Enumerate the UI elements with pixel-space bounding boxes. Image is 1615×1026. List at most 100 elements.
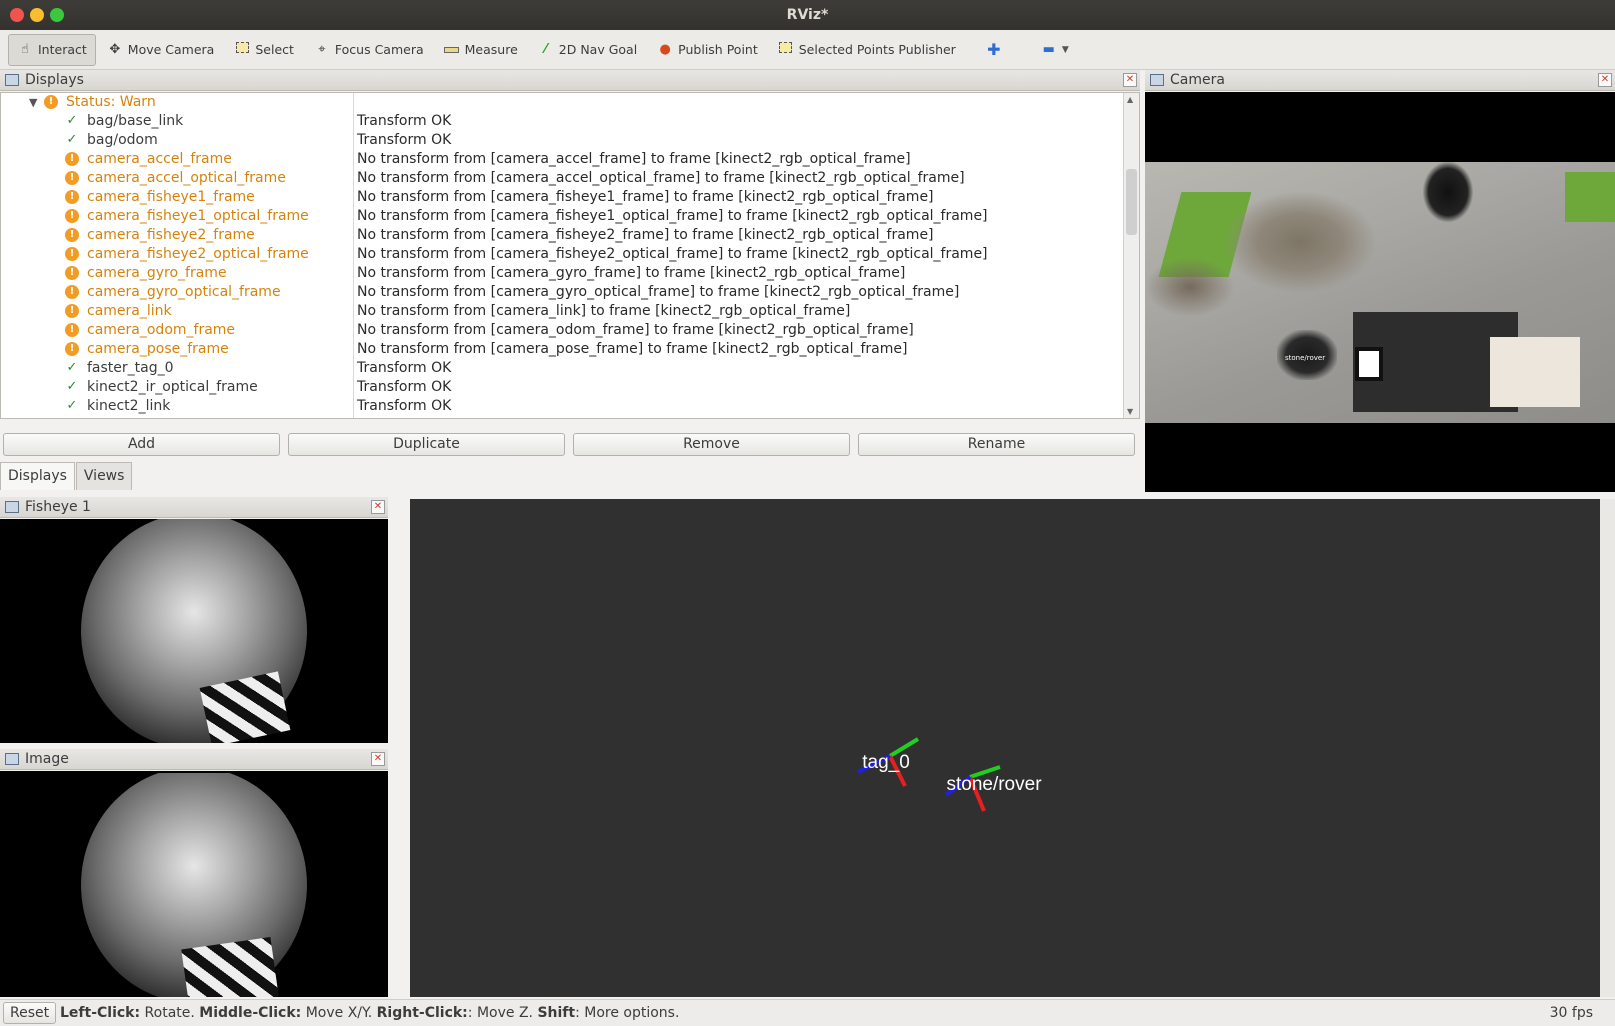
measure-icon [444, 42, 460, 58]
tree-row[interactable]: ! camera_accel_frame No transform from [ca… [1, 150, 1123, 169]
reset-button[interactable]: Reset [3, 1002, 57, 1024]
frame-name: camera_fisheye2_optical_frame [87, 246, 309, 262]
panel-title: Displays [25, 72, 84, 88]
tf-frame-stone-rover: stone/rover [944, 765, 1042, 812]
plus-icon: ✚ [987, 39, 1001, 59]
warning-icon: ! [65, 266, 79, 280]
tool-label: Focus Camera [334, 42, 424, 57]
tree-row[interactable]: ! camera_pose_frame No transform from [cam… [1, 340, 1123, 359]
render-3d-view[interactable]: tag_0 stone/rover [410, 499, 1600, 997]
tool-focus-camera[interactable]: ⌖ Focus Camera [305, 34, 433, 66]
duplicate-button[interactable]: Duplicate [288, 433, 565, 456]
image-view[interactable] [0, 771, 388, 997]
frame-status-message: Transform OK [357, 398, 452, 414]
rock-pile [1225, 192, 1375, 292]
tree-row-status[interactable]: ▼! Status: Warn [1, 93, 1123, 112]
frame-status-message: Transform OK [357, 360, 452, 376]
tool-2d-nav-goal[interactable]: ⁄ 2D Nav Goal [529, 34, 646, 66]
panel-title: Fisheye 1 [25, 499, 91, 515]
tree-row[interactable]: ! camera_link No transform from [camera_li… [1, 302, 1123, 321]
tree-row[interactable]: ! camera_fisheye2_optical_frame No transfo… [1, 245, 1123, 264]
rock-pile [1145, 257, 1235, 317]
panel-title: Image [25, 751, 69, 767]
tf-frame-tag0: tag_0 [857, 737, 920, 787]
warning-icon: ! [65, 209, 79, 223]
frame-status-message: No transform from [camera_gyro_optical_f… [357, 284, 960, 300]
tree-row[interactable]: ✓ kinect2_ir_optical_frame Transform OK [1, 378, 1123, 397]
add-button[interactable]: Add [3, 433, 280, 456]
tab-displays[interactable]: Displays [0, 462, 75, 490]
close-icon[interactable]: ✕ [1598, 73, 1612, 87]
frame-status-message: No transform from [camera_fisheye2_frame… [357, 227, 934, 243]
close-icon[interactable]: ✕ [371, 752, 385, 766]
tool-select[interactable]: Select [225, 34, 303, 66]
tree-row[interactable]: ✓ faster_tag_0 Transform OK [1, 359, 1123, 378]
check-icon: ✓ [66, 398, 78, 413]
expand-triangle-icon[interactable]: ▼ [29, 93, 37, 112]
frame-status-message: No transform from [camera_odom_frame] to… [357, 322, 914, 338]
warning-icon: ! [65, 304, 79, 318]
frame-name: camera_accel_frame [87, 151, 232, 167]
scrollbar-thumb[interactable] [1126, 169, 1137, 235]
rename-button[interactable]: Rename [858, 433, 1135, 456]
tool-interact[interactable]: ☝ Interact [8, 33, 96, 66]
toolbar: ☝ Interact ✥ Move Camera Select ⌖ Focus Cam… [0, 30, 1615, 70]
fisheye-view[interactable] [0, 519, 388, 743]
close-icon[interactable]: ✕ [1123, 73, 1137, 87]
tree-row[interactable]: ! camera_gyro_optical_frame No transform f… [1, 283, 1123, 302]
scroll-up-icon[interactable]: ▲ [1127, 95, 1133, 104]
frame-name: kinect2_ir_optical_frame [87, 379, 258, 395]
tree-row[interactable]: ✓ bag/base_link Transform OK [1, 112, 1123, 131]
tree-row[interactable]: ! camera_odom_frame No transform from [cam… [1, 321, 1123, 340]
tree-row[interactable]: ! camera_fisheye2_frame No transform from … [1, 226, 1123, 245]
tool-selected-points-publisher[interactable]: Selected Points Publisher [769, 34, 965, 66]
remove-tool-button[interactable]: ▬ ▼ [1032, 34, 1078, 66]
hint-key: Right-Click: [376, 1005, 468, 1021]
tool-measure[interactable]: Measure [435, 34, 527, 66]
right-dock-handle[interactable] [1600, 499, 1615, 997]
frame-name: camera_odom_frame [87, 322, 236, 338]
close-icon[interactable]: ✕ [371, 500, 385, 514]
frame-status-message: No transform from [camera_fisheye2_optic… [357, 246, 988, 262]
camera-panel-header: Camera ✕ [1145, 70, 1615, 91]
tree-row[interactable]: ! camera_accel_optical_frame No transform … [1, 169, 1123, 188]
displays-tree: ▼! Status: Warn ✓ bag/base_link Transform OK… [0, 92, 1140, 419]
selected-points-icon [778, 41, 794, 58]
tab-views[interactable]: Views [75, 462, 133, 490]
add-tool-button[interactable]: ✚ [977, 34, 1016, 66]
april-tag [1355, 347, 1383, 381]
tree-row[interactable]: ✓ bag/odom Transform OK [1, 131, 1123, 150]
frame-status-message: Transform OK [357, 379, 452, 395]
tool-publish-point[interactable]: ● Publish Point [648, 34, 767, 66]
tree-scrollbar[interactable]: ▲ ▼ [1123, 93, 1139, 418]
tree-row[interactable]: ✓ kinect2_link Transform OK [1, 397, 1123, 416]
chevron-down-icon: ▼ [1061, 44, 1069, 55]
hint-key: Left-Click: [60, 1005, 141, 1021]
frame-status-message: No transform from [camera_accel_optical_… [357, 170, 965, 186]
camera-icon [1150, 74, 1164, 86]
monitor-icon [5, 74, 19, 86]
camera-view[interactable]: stone/rover [1145, 92, 1615, 492]
frame-status-message: No transform from [camera_link] to frame… [357, 303, 851, 319]
tree-row[interactable]: ! camera_fisheye1_optical_frame No transfo… [1, 207, 1123, 226]
tf-frame-label: tag_0 [862, 752, 910, 773]
frame-name: camera_pose_frame [87, 341, 229, 357]
hint-key: Shift [537, 1005, 576, 1021]
remove-button[interactable]: Remove [573, 433, 850, 456]
frame-name: camera_accel_optical_frame [87, 170, 286, 186]
tool-label: Measure [464, 42, 518, 57]
nav-goal-icon: ⁄ [544, 41, 547, 57]
tool-move-camera[interactable]: ✥ Move Camera [98, 34, 224, 66]
warning-icon: ! [65, 190, 79, 204]
displays-panel-header: Displays ✕ [0, 70, 1140, 91]
publish-point-icon: ● [659, 41, 671, 57]
warning-icon: ! [65, 247, 79, 261]
frame-name: camera_fisheye1_optical_frame [87, 208, 309, 224]
title-bar: RViz* [0, 0, 1615, 30]
tree-row[interactable]: ! camera_gyro_frame No transform from [cam… [1, 264, 1123, 283]
frame-name: camera_gyro_optical_frame [87, 284, 281, 300]
hint-text: : More options. [575, 1005, 680, 1021]
tree-row[interactable]: ! camera_fisheye1_frame No transform from … [1, 188, 1123, 207]
frame-name: camera_link [87, 303, 172, 319]
scroll-down-icon[interactable]: ▼ [1127, 407, 1133, 416]
